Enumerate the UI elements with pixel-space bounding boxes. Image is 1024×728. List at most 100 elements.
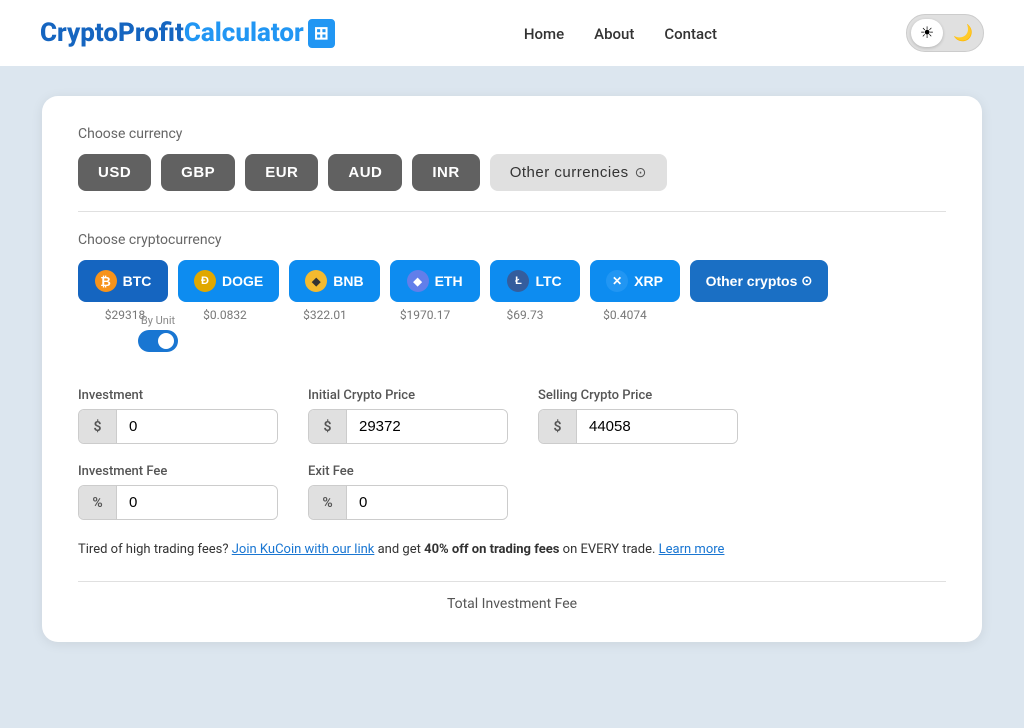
input-row-2: Investment Fee % Exit Fee % xyxy=(78,464,946,520)
dark-mode-button[interactable]: 🌙 xyxy=(947,19,979,47)
main-card: Choose currency USD GBP EUR AUD INR Othe… xyxy=(42,96,982,642)
crypto-xrp[interactable]: ✕ XRP xyxy=(590,260,680,302)
logo-icon: ⊞ xyxy=(308,19,335,48)
investment-prefix: $ xyxy=(79,410,117,443)
selling-price-prefix: $ xyxy=(539,410,577,443)
exit-fee-prefix: % xyxy=(309,486,347,519)
other-cryptos-label: Other cryptos xyxy=(706,273,798,289)
by-unit-toggle[interactable] xyxy=(138,330,178,352)
xrp-price: $0.4074 xyxy=(580,308,670,322)
nav-links: Home About Contact xyxy=(524,24,717,43)
crypto-bnb[interactable]: ◆ BNB xyxy=(289,260,379,302)
promo-bold-text: 40% off on trading fees xyxy=(424,542,559,557)
crypto-btc[interactable]: ₿ BTC xyxy=(78,260,168,302)
investment-fee-input-wrapper: % xyxy=(78,485,278,520)
investment-fee-group: Investment Fee % xyxy=(78,464,278,520)
navbar: Crypto Profit Calculator ⊞ Home About Co… xyxy=(0,0,1024,66)
xrp-label: XRP xyxy=(634,273,663,289)
doge-price: $0.0832 xyxy=(180,308,270,322)
currency-buttons: USD GBP EUR AUD INR Other currencies ⊙ xyxy=(78,154,946,191)
selling-price-group: Selling Crypto Price $ xyxy=(538,388,738,444)
light-mode-button[interactable]: ☀ xyxy=(911,19,943,47)
other-currencies-label: Other currencies xyxy=(510,164,629,181)
investment-label: Investment xyxy=(78,388,278,403)
ltc-label: LTC xyxy=(535,273,561,289)
exit-fee-input-wrapper: % xyxy=(308,485,508,520)
investment-fee-input[interactable] xyxy=(117,486,277,519)
input-row-1: By Unit Investment $ Initial Crypto Pric… xyxy=(78,352,946,444)
promo-link-learn-more[interactable]: Learn more xyxy=(659,542,725,557)
investment-fee-label: Investment Fee xyxy=(78,464,278,479)
promo-text-before: Tired of high trading fees? xyxy=(78,542,229,557)
logo-crypto-text: Crypto xyxy=(40,18,118,48)
currency-inr[interactable]: INR xyxy=(412,154,479,191)
currency-aud[interactable]: AUD xyxy=(328,154,402,191)
ltc-icon: Ł xyxy=(507,270,529,292)
promo-every-trade: on EVERY trade. xyxy=(563,542,656,557)
moon-icon: 🌙 xyxy=(953,23,973,43)
currency-other[interactable]: Other currencies ⊙ xyxy=(490,154,667,191)
selling-price-input[interactable] xyxy=(577,410,737,443)
eth-icon: ◆ xyxy=(407,270,429,292)
promo-section: Tired of high trading fees? Join KuCoin … xyxy=(78,540,946,561)
investment-group: By Unit Investment $ xyxy=(78,352,278,444)
other-cryptos-chevron-icon: ⊙ xyxy=(801,273,812,289)
crypto-prices: $29318 $0.0832 $322.01 $1970.17 $69.73 $… xyxy=(78,308,946,322)
exit-fee-input[interactable] xyxy=(347,486,507,519)
nav-about[interactable]: About xyxy=(594,25,634,43)
crypto-label: Choose cryptocurrency xyxy=(78,232,946,248)
promo-and-get: and get xyxy=(378,542,421,557)
main-content: Choose currency USD GBP EUR AUD INR Othe… xyxy=(0,66,1024,728)
bnb-icon: ◆ xyxy=(305,270,327,292)
btc-icon: ₿ xyxy=(95,270,117,292)
initial-price-input-wrapper: $ xyxy=(308,409,508,444)
exit-fee-label: Exit Fee xyxy=(308,464,508,479)
currency-label: Choose currency xyxy=(78,126,946,142)
doge-icon: Ð xyxy=(194,270,216,292)
logo-profit-text: Profit xyxy=(118,18,184,48)
crypto-eth[interactable]: ◆ ETH xyxy=(390,260,480,302)
nav-home[interactable]: Home xyxy=(524,25,564,43)
eth-price: $1970.17 xyxy=(380,308,470,322)
by-unit-label: By Unit xyxy=(141,314,175,327)
ltc-price: $69.73 xyxy=(480,308,570,322)
investment-input-wrapper: $ xyxy=(78,409,278,444)
crypto-section: Choose cryptocurrency ₿ BTC Ð DOGE ◆ BNB xyxy=(78,232,946,322)
sun-icon: ☀ xyxy=(920,23,934,43)
logo-calculator-text: Calculator xyxy=(184,18,304,48)
xrp-icon: ✕ xyxy=(606,270,628,292)
initial-price-input[interactable] xyxy=(347,410,507,443)
crypto-other[interactable]: Other cryptos ⊙ xyxy=(690,260,829,302)
nav-contact[interactable]: Contact xyxy=(664,25,717,43)
crypto-ltc[interactable]: Ł LTC xyxy=(490,260,580,302)
theme-toggle: ☀ 🌙 xyxy=(906,14,984,52)
toggle-slider xyxy=(138,330,178,352)
currency-usd[interactable]: USD xyxy=(78,154,151,191)
initial-price-prefix: $ xyxy=(309,410,347,443)
logo[interactable]: Crypto Profit Calculator ⊞ xyxy=(40,18,335,48)
selling-price-input-wrapper: $ xyxy=(538,409,738,444)
exit-fee-group: Exit Fee % xyxy=(308,464,508,520)
total-investment-label: Total Investment Fee xyxy=(447,596,577,612)
bnb-price: $322.01 xyxy=(280,308,370,322)
doge-label: DOGE xyxy=(222,273,263,289)
promo-link-kucoin[interactable]: Join KuCoin with our link xyxy=(232,542,375,557)
currency-eur[interactable]: EUR xyxy=(245,154,318,191)
currency-section: Choose currency USD GBP EUR AUD INR Othe… xyxy=(78,126,946,191)
total-section: Total Investment Fee xyxy=(78,581,946,612)
divider-1 xyxy=(78,211,946,212)
crypto-doge[interactable]: Ð DOGE xyxy=(178,260,279,302)
investment-input[interactable] xyxy=(117,410,277,443)
eth-label: ETH xyxy=(435,273,463,289)
spacer xyxy=(78,322,946,352)
initial-price-label: Initial Crypto Price xyxy=(308,388,508,403)
initial-price-group: Initial Crypto Price $ xyxy=(308,388,508,444)
investment-fee-prefix: % xyxy=(79,486,117,519)
crypto-buttons: ₿ BTC Ð DOGE ◆ BNB ◆ ETH xyxy=(78,260,946,302)
chevron-down-icon: ⊙ xyxy=(635,164,647,181)
by-unit-toggle-wrapper: By Unit xyxy=(138,314,178,352)
bnb-label: BNB xyxy=(333,273,363,289)
btc-label: BTC xyxy=(123,273,152,289)
selling-price-label: Selling Crypto Price xyxy=(538,388,738,403)
currency-gbp[interactable]: GBP xyxy=(161,154,235,191)
